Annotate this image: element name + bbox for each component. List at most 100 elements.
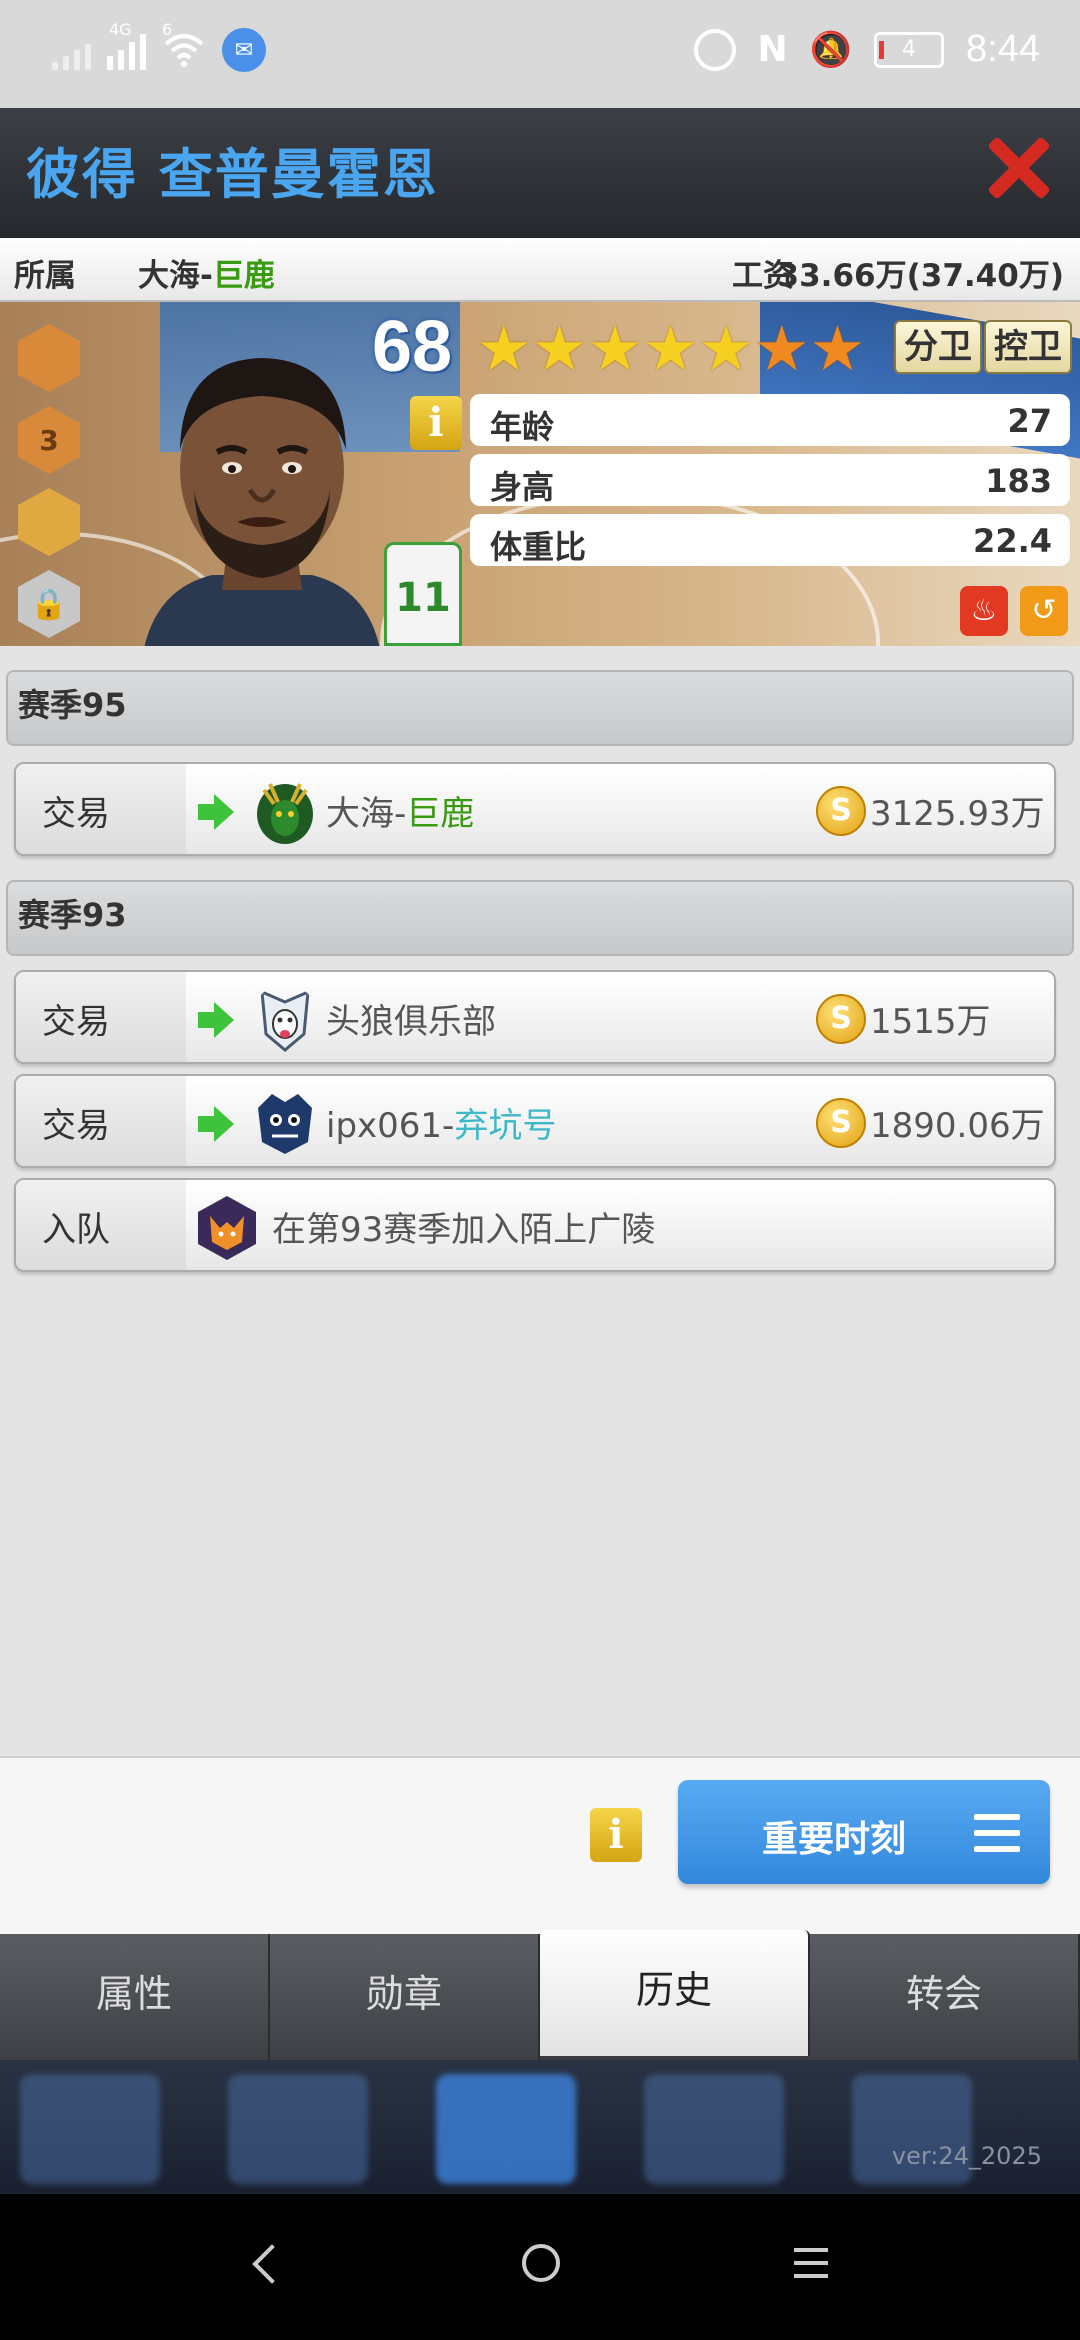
signal-4g-icon: 4G [107, 20, 146, 70]
position-badge-pg: 控卫 [984, 320, 1072, 374]
alarm-icon [693, 28, 736, 71]
history-team: 大海-巨鹿 [326, 786, 474, 835]
arrow-right-icon [198, 1106, 234, 1142]
history-type: 交易 [16, 764, 186, 854]
system-nav-bar [0, 2194, 1080, 2340]
team-prefix: 头狼俱乐部 [326, 1002, 496, 1042]
history-team: ipx061-弃坑号 [326, 1098, 556, 1147]
version-label: ver:24_2025 [891, 2142, 1042, 2170]
join-text: 在第93赛季加入陌上广陵 [272, 1210, 656, 1250]
stat-value: 27 [1007, 402, 1052, 440]
key-moments-button[interactable]: 重要时刻 [678, 1780, 1050, 1884]
tab-medals[interactable]: 勋章 [270, 1934, 540, 2060]
menu-icon [974, 1814, 1020, 1852]
coin-icon: S [816, 1098, 866, 1148]
history-row[interactable]: 交易 大海-巨鹿 S 3125.93万 [14, 762, 1056, 856]
player-header: 彼得 查普曼霍恩 [0, 108, 1080, 238]
team-logo-fox-icon [198, 1196, 256, 1260]
star-icon: ★ [476, 312, 532, 385]
history-row[interactable]: 入队 在第93赛季加入陌上广陵 [14, 1178, 1056, 1272]
team-name[interactable]: 大海-巨鹿 [138, 250, 275, 295]
close-button[interactable] [986, 136, 1050, 200]
star-rating: ★ ★ ★ ★ ★ ★ ★ [476, 318, 865, 380]
affiliation-label: 所属 [14, 258, 76, 294]
message-notification-icon: ✉ [222, 28, 266, 72]
recents-icon[interactable] [794, 2248, 828, 2287]
coin-icon: S [816, 786, 866, 836]
stat-value: 183 [985, 462, 1052, 500]
key-moments-label: 重要时刻 [762, 1819, 907, 1860]
tab-bar: 属性 勋章 历史 转会 [0, 1930, 1080, 2060]
salary-value: 33.66万(37.40万) [777, 258, 1064, 294]
team-logo-wolf-icon [260, 989, 310, 1052]
player-name: 彼得 查普曼霍恩 [26, 143, 439, 206]
team-highlight: 弃坑号 [454, 1106, 557, 1146]
status-bar: 4G 6 ✉ N 🔕 4 8:44 [0, 0, 1080, 108]
history-team: 头狼俱乐部 [326, 994, 496, 1043]
wifi-icon: 6 [162, 20, 206, 70]
info-icon[interactable]: i [590, 1808, 642, 1862]
network-label: 4G [109, 20, 132, 39]
history-row[interactable]: 交易 ipx061-弃坑号 S 1890.06万 [14, 1074, 1056, 1168]
signal-icon [52, 30, 91, 70]
season-header: 赛季93 [6, 880, 1074, 956]
nav-item[interactable] [436, 2074, 576, 2184]
badge-icon-1[interactable] [18, 324, 80, 392]
tab-transfer[interactable]: 转会 [810, 1934, 1080, 2060]
nav-item[interactable] [644, 2074, 784, 2184]
stat-label: 年龄 [490, 408, 555, 446]
team-prefix: ipx061- [326, 1106, 455, 1146]
star-icon: ★ [587, 312, 643, 385]
clock: 8:44 [966, 28, 1040, 70]
team-prefix: 大海- [326, 794, 407, 834]
action-area: i 重要时刻 [0, 1756, 1080, 1934]
battery-level: 4 [902, 36, 917, 62]
history-type: 入队 [16, 1180, 186, 1270]
arrow-right-icon [198, 1002, 234, 1038]
stat-age: 年龄 27 [470, 394, 1070, 446]
fire-icon[interactable]: ♨ [960, 586, 1008, 636]
nav-item[interactable] [228, 2074, 368, 2184]
stat-weight-ratio: 体重比 22.4 [470, 514, 1070, 566]
swap-icon[interactable]: ↺ [1020, 586, 1068, 636]
trade-price: 1515万 [870, 1002, 991, 1042]
history-type: 交易 [16, 972, 186, 1062]
star-icon-orange: ★ [753, 312, 810, 385]
star-icon: ★ [698, 312, 754, 385]
mute-icon: 🔕 [809, 29, 853, 70]
star-icon-orange: ★ [809, 312, 866, 385]
back-icon[interactable] [252, 2244, 292, 2284]
home-icon[interactable] [522, 2244, 560, 2282]
jersey-number: 11 [384, 542, 462, 646]
game-bottom-nav: ver:24_2025 [0, 2060, 1080, 2194]
history-type: 交易 [16, 1076, 186, 1166]
badge-label: 3 [39, 423, 59, 457]
stat-label: 体重比 [490, 528, 587, 566]
star-icon: ★ [642, 312, 699, 385]
stat-label: 身高 [490, 468, 555, 506]
position-badge-sg: 分卫 [894, 320, 982, 374]
nav-item[interactable] [20, 2074, 160, 2184]
star-icon: ★ [531, 312, 588, 385]
team-logo-monster-icon [258, 1094, 312, 1154]
coin-icon: S [816, 994, 866, 1044]
info-icon[interactable]: i [410, 396, 462, 450]
wifi-label: 6 [162, 20, 173, 39]
history-row[interactable]: 交易 头狼俱乐部 S 1515万 [14, 970, 1056, 1064]
player-card: 3 🔒 11 68 ★ ★ ★ ★ ★ ★ ★ 分卫 控卫 i 年龄 27 身高… [0, 302, 1080, 646]
battery-icon: 4 [874, 31, 945, 68]
player-avatar [144, 358, 380, 646]
team-highlight: 巨鹿 [212, 258, 275, 294]
badge-icon-2[interactable]: 3 [18, 406, 80, 474]
stat-value: 22.4 [973, 522, 1052, 560]
team-logo-deer-icon [257, 783, 313, 844]
tab-attributes[interactable]: 属性 [0, 1934, 270, 2060]
trade-price: 1890.06万 [870, 1106, 1045, 1146]
nfc-icon: N [757, 29, 788, 70]
season-header: 赛季95 [6, 670, 1074, 746]
player-rating: 68 [372, 307, 453, 387]
tab-history[interactable]: 历史 [540, 1930, 810, 2056]
arrow-right-icon [198, 794, 234, 830]
team-salary-bar: 所属 大海-巨鹿 工资 33.66万(37.40万) [0, 238, 1080, 302]
team-highlight: 巨鹿 [406, 794, 475, 834]
